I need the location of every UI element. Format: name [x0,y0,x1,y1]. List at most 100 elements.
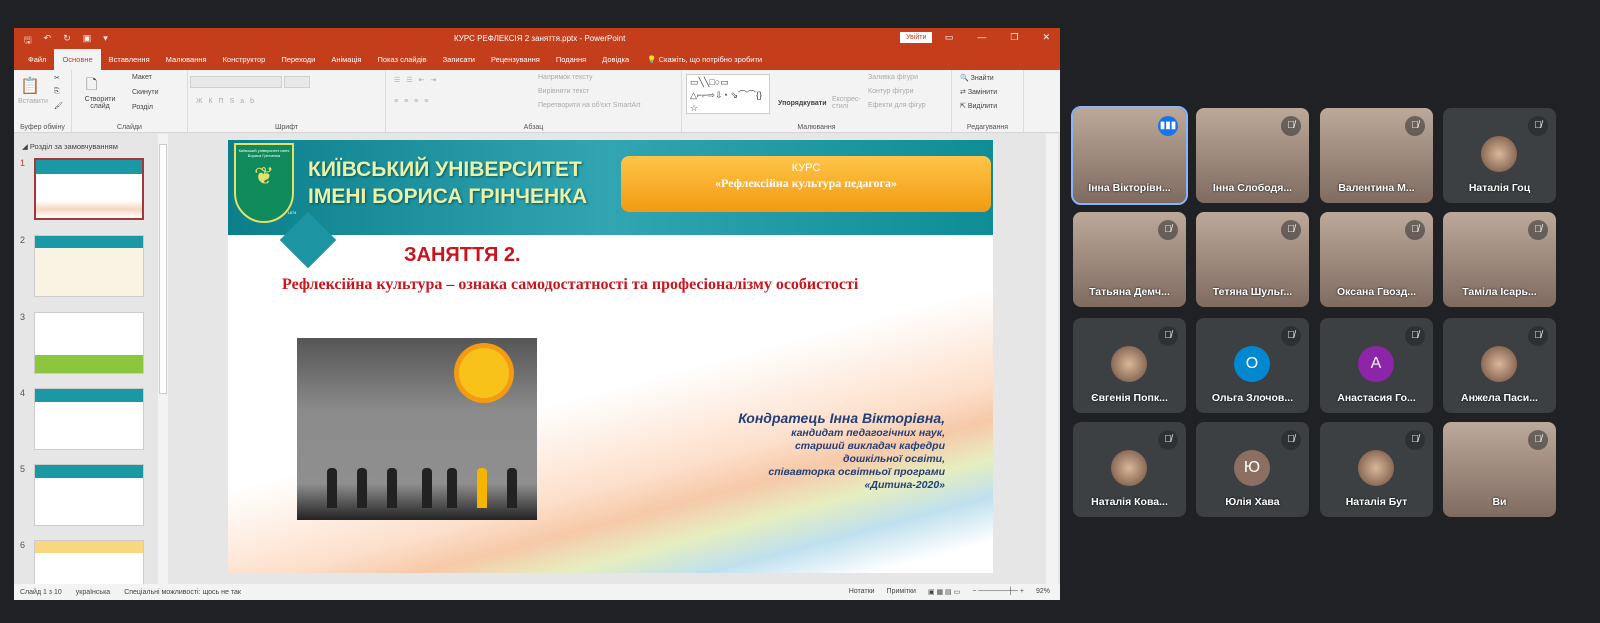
mic-off-icon: 🎙̸ [1405,326,1425,346]
paste-icon: 📋 [20,78,40,95]
new-slide-button[interactable]: Створити слайд [80,96,120,110]
tab-transitions[interactable]: Переходи [273,55,323,70]
participant-name: Наталія Гоц [1468,182,1531,194]
avatar: Ю [1234,450,1270,486]
sign-in-button[interactable]: Увійти [900,32,933,43]
redo-icon[interactable]: ↻ [63,33,71,49]
participant-tile[interactable]: 🎙̸ Таміла Ісарь... [1443,212,1556,307]
group-clipboard: 📋 Вставити ✂ ⎘ 🖌 Буфер обміну [14,70,72,133]
participant-tile[interactable]: Ю 🎙̸ Юлія Хава [1196,422,1309,517]
participant-name: Тетяна Шульг... [1212,286,1293,298]
close-icon[interactable]: ✕ [1042,32,1050,43]
view-buttons[interactable]: ▣ ▦ ▤ ▭ [928,588,960,596]
restore-icon[interactable]: ❐ [1010,32,1018,43]
mic-off-icon: 🎙̸ [1281,220,1301,240]
logo-emblem: ❦ [253,163,275,190]
format-painter-icon[interactable]: 🖌 [54,102,63,110]
select-button[interactable]: ⇱ Виділити [960,102,997,110]
participant-tile[interactable]: А 🎙̸ Анастасия Го... [1320,318,1433,413]
tab-animations[interactable]: Анімація [323,55,369,70]
tab-insert[interactable]: Вставлення [101,55,158,70]
slide-thumbnail-3[interactable] [34,312,144,374]
minimize-icon[interactable]: — [977,32,986,43]
participant-tile[interactable]: 🎙̸ Інна Слободя... [1196,108,1309,203]
tab-view[interactable]: Подання [548,55,594,70]
notes-button[interactable]: Нотатки [849,588,875,596]
reset-button[interactable]: Скинути [132,89,159,96]
align-buttons[interactable]: ≡≡≡≡ [394,98,434,105]
slide-thumbnail-1[interactable] [34,158,144,220]
thumbnails-scrollbar[interactable] [158,134,168,584]
font-size-select[interactable] [284,76,310,88]
participant-tile[interactable]: 🎙̸ Валентина М... [1320,108,1433,203]
avatar [1481,346,1517,382]
slide-thumbnail-2[interactable] [34,235,144,297]
participant-tile[interactable]: 🎙̸ Наталія Гоц [1443,108,1556,203]
cut-icon[interactable]: ✂ [54,74,60,82]
speaking-icon: ▮▮▮ [1158,116,1178,136]
slide-thumbnail-4[interactable] [34,388,144,450]
smartart-button[interactable]: Перетворити на об'єкт SmartArt [538,102,641,109]
mic-off-icon: 🎙̸ [1281,430,1301,450]
tab-draw[interactable]: Малювання [158,55,215,70]
ribbon-display-icon[interactable]: ▭ [945,32,954,43]
powerpoint-window: 🖫 ↶ ↻ ▣ ▾ КУРС РЕФЛЕКСІЯ 2 заняття.pptx - Po… [14,28,1060,600]
slide-canvas[interactable]: Київський університет імені Бориса Грінч… [228,140,993,573]
tab-design[interactable]: Конструктор [215,55,274,70]
language[interactable]: українська [76,589,110,596]
section-header[interactable]: ◢ Розділ за замовчуванням [22,142,118,151]
slide-thumbnail-5[interactable] [34,464,144,526]
avatar [1111,450,1147,486]
quick-styles-button[interactable]: Експрес-стилі [832,96,862,110]
zoom-level[interactable]: 92% [1036,588,1050,596]
tab-slideshow[interactable]: Показ слайдів [369,55,434,70]
participant-tile[interactable]: 🎙̸ Оксана Гвозд... [1320,212,1433,307]
tab-review[interactable]: Рецензування [483,55,548,70]
copy-icon[interactable]: ⎘ [54,88,60,96]
mic-off-icon: 🎙̸ [1528,430,1548,450]
shape-outline-button[interactable]: Контур фігури [868,88,913,95]
tab-file[interactable]: Файл [20,55,54,70]
slideshow-icon[interactable]: ▣ [83,33,92,49]
scrollbar-thumb[interactable] [159,144,167,394]
tell-me-search[interactable]: 💡 Скажіть, що потрібно зробити [647,55,762,70]
layout-button[interactable]: Макет [132,74,152,81]
mic-off-icon: 🎙̸ [1158,326,1178,346]
participant-tile[interactable]: 🎙̸ Анжела Паси... [1443,318,1556,413]
tab-home[interactable]: Основне [54,49,101,70]
participant-tile[interactable]: 🎙̸ Євгенія Попк... [1073,318,1186,413]
participant-tile[interactable]: ▮▮▮ Інна Вікторівн... [1071,106,1188,205]
font-format-buttons[interactable]: ЖКПSab [196,98,260,105]
customize-icon[interactable]: ▾ [103,33,108,49]
find-button[interactable]: 🔍 Знайти [960,74,994,82]
participant-tile[interactable]: 🎙̸ Наталія Бут [1320,422,1433,517]
accessibility-status[interactable]: Спеціальні можливості: щось не так [124,589,241,596]
participant-tile[interactable]: 🎙̸ Ви [1443,422,1556,517]
participant-tile[interactable]: 🎙̸ Татьяна Демч... [1073,212,1186,307]
shapes-gallery[interactable]: ▭╲╲□○▭ △⌐⌐⇨⇩◔ ⇘⌒⌒{}☆ [686,74,770,114]
replace-button[interactable]: ⇄ Замінити [960,88,997,96]
section-button[interactable]: Розділ [132,104,153,111]
tab-record[interactable]: Записати [435,55,483,70]
font-name-select[interactable] [190,76,282,88]
participant-name: Ольга Злочов... [1211,392,1294,404]
list-buttons[interactable]: ☰☰⇤⇥ [394,76,442,84]
participant-tile[interactable]: О 🎙̸ Ольга Злочов... [1196,318,1309,413]
comments-button[interactable]: Примітки [887,588,916,596]
shape-effects-button[interactable]: Ефекти для фігур [868,102,926,109]
text-direction-button[interactable]: Напрямок тексту [538,74,593,81]
undo-icon[interactable]: ↶ [44,33,52,49]
arrange-button[interactable]: Упорядкувати [778,100,827,107]
slide-thumbnails-pane: ◢ Розділ за замовчуванням 1 2 3 4 5 6 [14,134,170,600]
shape-fill-button[interactable]: Заливка фігури [868,74,918,81]
tab-help[interactable]: Довідка [594,55,637,70]
participant-tile[interactable]: 🎙̸ Тетяна Шульг... [1196,212,1309,307]
mic-off-icon: 🎙̸ [1528,326,1548,346]
align-text-button[interactable]: Вирівняти текст [538,88,589,95]
save-icon[interactable]: 🖫 [24,33,32,49]
participant-tile[interactable]: 🎙̸ Наталія Кова... [1073,422,1186,517]
slide-scrollbar[interactable] [1046,134,1058,584]
paste-button[interactable]: Вставити [18,98,48,105]
course-box: КУРС «Рефлексійна культура педагога» [621,156,991,212]
zoom-slider[interactable]: − ──────┼─ + [972,588,1024,596]
